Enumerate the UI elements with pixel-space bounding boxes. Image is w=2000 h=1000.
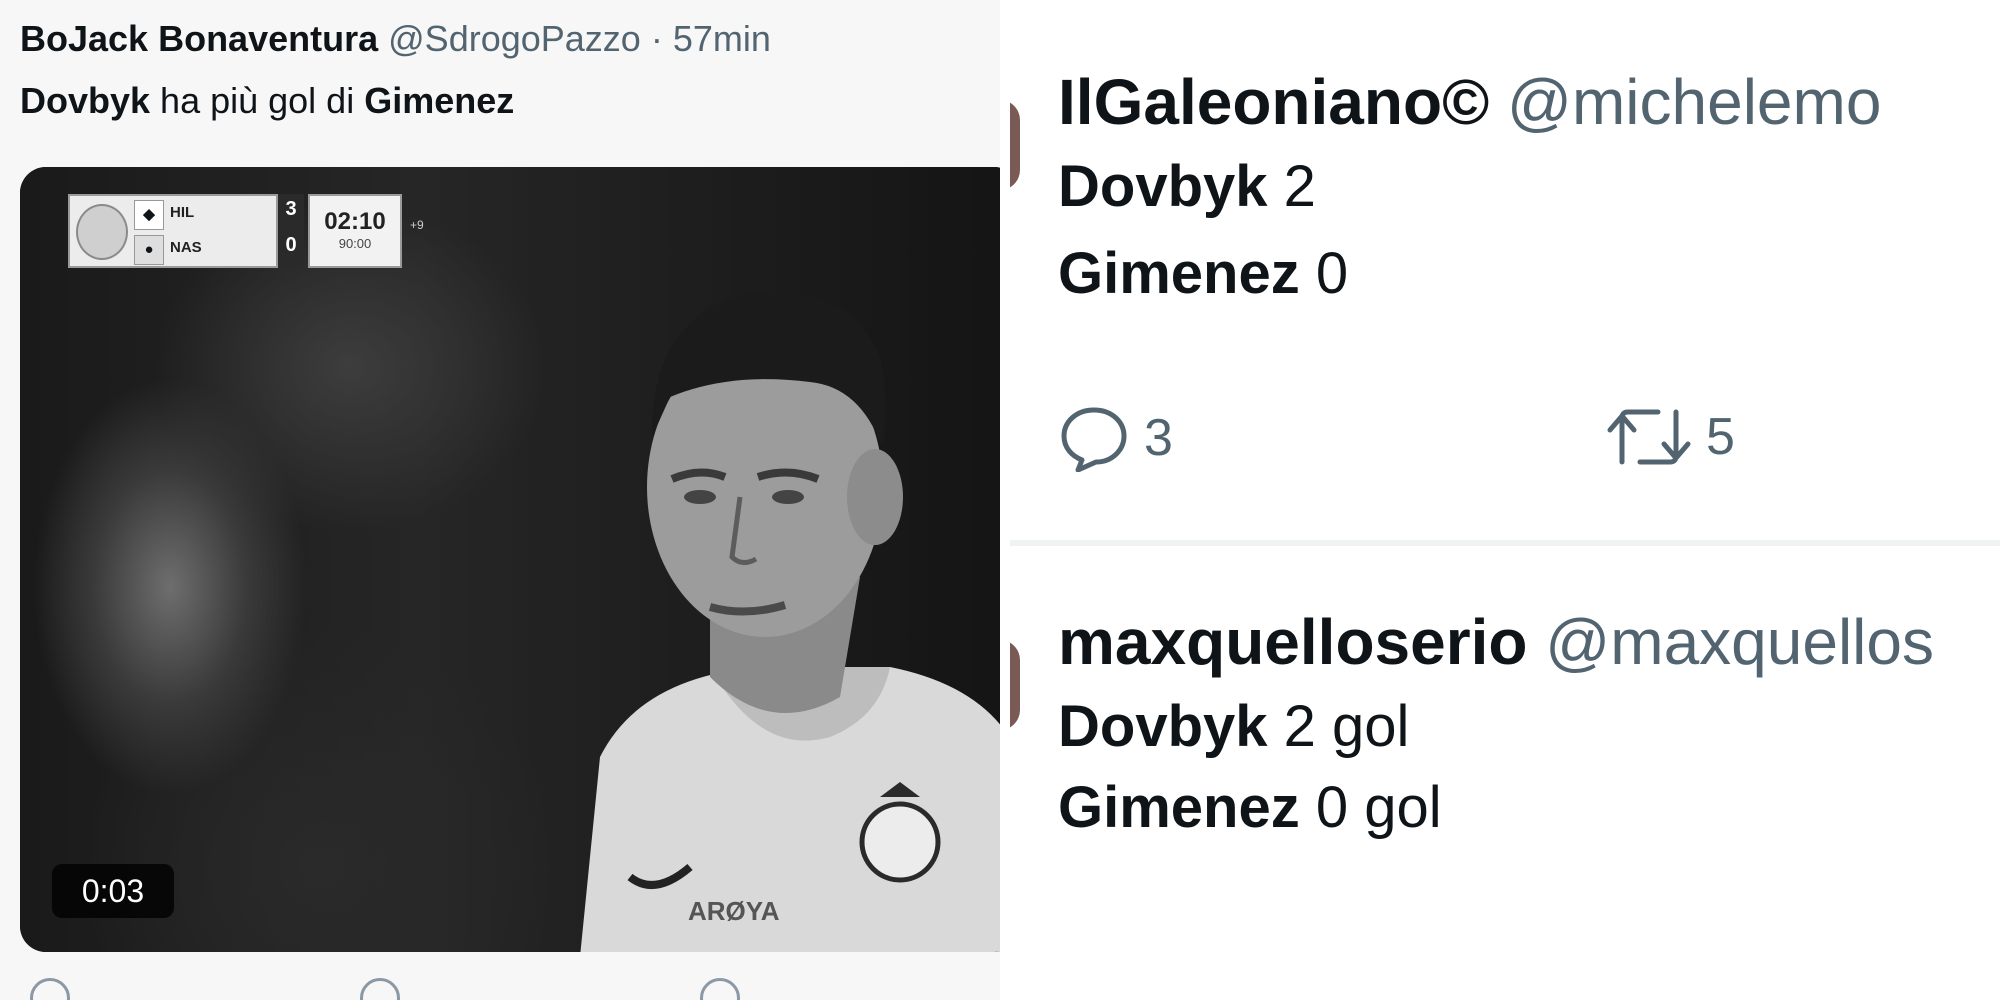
home-team: HIL: [170, 204, 195, 221]
home-crest-icon: ◆: [134, 200, 164, 230]
match-clock: 02:10 90:00: [308, 194, 402, 268]
scoreboard-teams: ◆ ● HIL NAS: [68, 194, 278, 268]
author-name[interactable]: BoJack Bonaventura: [20, 18, 378, 59]
clock-time: 02:10: [324, 208, 386, 235]
right-tweet-panel: IlGaleoniano© @michelemo Dovbyk 2 Gimene…: [1010, 0, 2000, 1000]
added-time: +9: [410, 218, 424, 232]
retweet-icon[interactable]: [360, 978, 400, 1000]
clock-period: 90:00: [338, 236, 372, 251]
scoreboard: ◆ ● HIL NAS 3 0 02:10 90:00 +9: [68, 194, 424, 268]
tweet-text-name-1: Dovbyk: [20, 80, 151, 121]
tweet-line: Gimenez 0 gol: [1058, 774, 1934, 841]
score-column: 3 0: [278, 194, 304, 268]
divider: [1010, 540, 2000, 546]
away-crest-icon: ●: [134, 235, 164, 265]
retweet-count: 5: [1706, 408, 1735, 466]
player-value: 0: [1299, 241, 1349, 306]
tweet-actions: 3 5: [1058, 404, 1958, 474]
tweet-header: IlGaleoniano© @michelemo: [1058, 65, 1881, 139]
retweet-button[interactable]: 5: [1606, 404, 1735, 470]
player-value: 2: [1267, 154, 1316, 219]
reply-count: 3: [1144, 409, 1173, 467]
reply-tweet-2: maxquelloserio @maxquellos Dovbyk 2 gol …: [1058, 605, 1934, 841]
author-handle[interactable]: @michelemo: [1507, 66, 1881, 138]
tweet-header: maxquelloserio @maxquellos: [1058, 605, 1934, 679]
home-score: 3: [285, 198, 297, 220]
author-name[interactable]: maxquelloserio: [1058, 606, 1528, 678]
player-value: 0 gol: [1299, 775, 1442, 840]
left-tweet-actions: [20, 978, 980, 1000]
author-handle[interactable]: @SdrogoPazzo: [388, 18, 641, 59]
jersey-sponsor: ARØYA: [688, 896, 780, 926]
tweet-text: Dovbyk ha più gol di Gimenez: [20, 80, 514, 122]
away-team: NAS: [170, 239, 202, 256]
player-image: ARØYA: [580, 290, 1000, 952]
player-name: Gimenez: [1058, 241, 1300, 306]
separator-dot: ·: [650, 18, 663, 59]
tweet-line: Dovbyk 2 gol: [1058, 693, 1934, 760]
reply-icon: [1061, 407, 1127, 472]
avatar[interactable]: [1010, 100, 1020, 190]
video-duration: 0:03: [52, 864, 174, 918]
player-name: Dovbyk: [1058, 694, 1268, 759]
league-logo: [76, 204, 128, 260]
reply-tweet-1: IlGaleoniano© @michelemo Dovbyk 2 Gimene…: [1058, 65, 1881, 307]
reply-icon[interactable]: [30, 978, 70, 1000]
like-icon[interactable]: [700, 978, 740, 1000]
retweet-icon: [1607, 409, 1691, 465]
author-name[interactable]: IlGaleoniano©: [1058, 66, 1489, 138]
tweet-video[interactable]: ARØYA ◆ ● HIL NAS 3 0 02:10 90:00 +9 0:0…: [20, 167, 1000, 952]
reply-button[interactable]: 3: [1058, 404, 1173, 472]
tweet-line: Dovbyk 2: [1058, 153, 1881, 220]
tweet-header: BoJack Bonaventura @SdrogoPazzo · 57min: [20, 18, 771, 60]
author-handle[interactable]: @maxquellos: [1545, 606, 1934, 678]
player-value: 2 gol: [1267, 694, 1410, 759]
tweet-line: Gimenez 0: [1058, 240, 1881, 307]
left-tweet-panel: BoJack Bonaventura @SdrogoPazzo · 57min …: [0, 0, 1000, 1000]
tweet-text-middle: ha più gol di: [150, 80, 365, 121]
avatar[interactable]: [1010, 640, 1020, 730]
away-score: 0: [285, 234, 297, 256]
player-name: Dovbyk: [1058, 154, 1268, 219]
tweet-time[interactable]: 57min: [673, 18, 771, 59]
tweet-text-name-2: Gimenez: [364, 80, 515, 121]
player-name: Gimenez: [1058, 775, 1300, 840]
